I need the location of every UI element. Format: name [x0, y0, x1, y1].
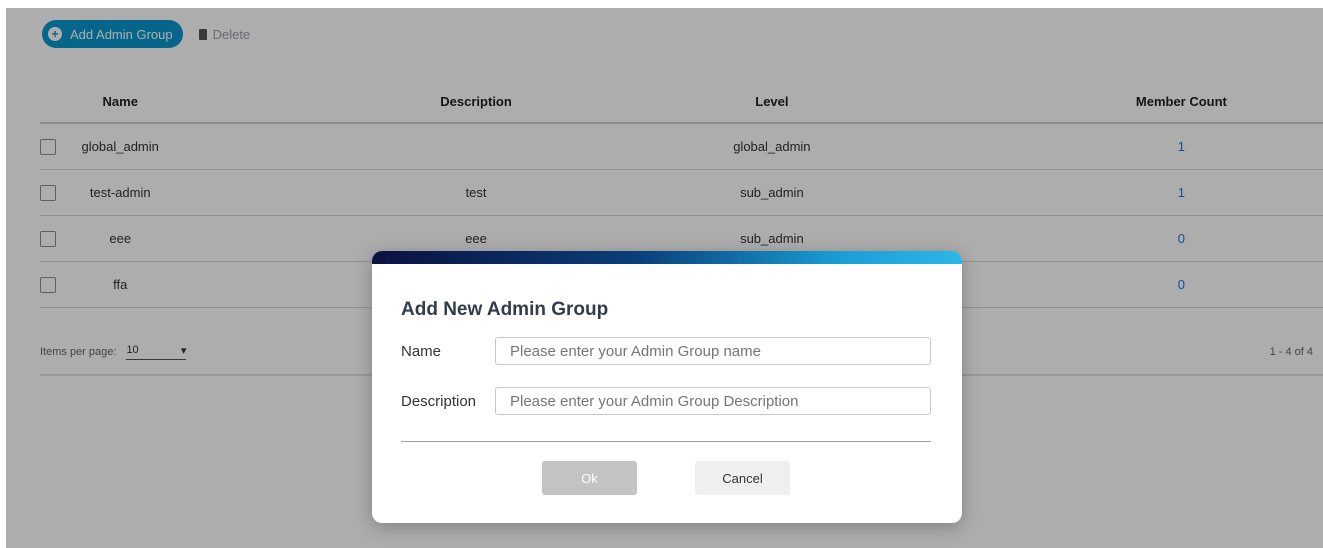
cancel-button[interactable]: Cancel: [695, 461, 790, 495]
name-label: Name: [401, 343, 442, 360]
add-admin-group-dialog: Add New Admin Group Name Description Ok …: [372, 251, 962, 523]
name-input[interactable]: [495, 337, 931, 365]
dialog-title: Add New Admin Group: [401, 299, 609, 320]
dialog-header-bar: [372, 251, 962, 264]
dialog-divider: [401, 441, 931, 442]
admin-groups-page: + Add Admin Group Delete Name Descriptio…: [6, 8, 1323, 548]
description-input[interactable]: [495, 387, 931, 415]
ok-button[interactable]: Ok: [542, 461, 637, 495]
description-label: Description: [401, 393, 477, 410]
